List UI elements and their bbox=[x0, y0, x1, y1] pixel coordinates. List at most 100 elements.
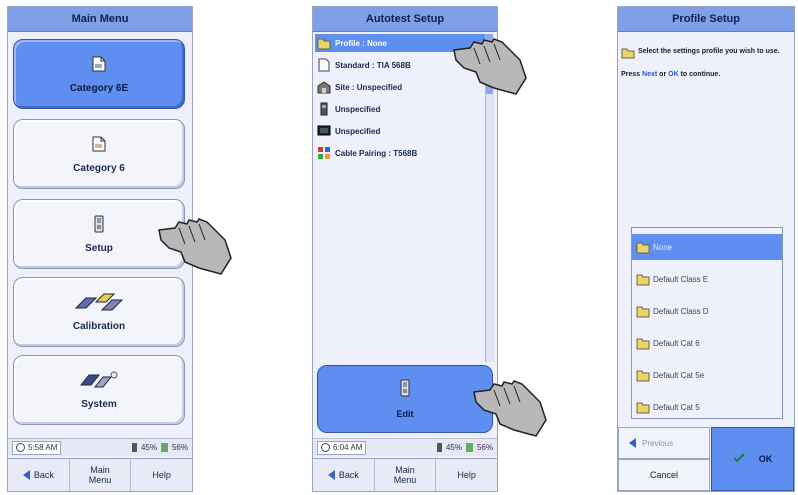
folder-icon bbox=[636, 336, 650, 350]
site-label: Site : Unspecified bbox=[335, 82, 403, 92]
document-icon bbox=[90, 55, 108, 73]
folder-icon bbox=[636, 272, 650, 286]
back-arrow-icon bbox=[22, 470, 30, 480]
status-bar: 5:58 AM 45% 56% bbox=[8, 438, 192, 456]
folder-icon bbox=[621, 47, 635, 62]
battery-left-text: 45% bbox=[140, 443, 157, 452]
standard-label: Standard : TIA 568B bbox=[335, 60, 411, 70]
profile-item[interactable]: Default Cat 5 bbox=[632, 394, 782, 420]
profile-label: Default Cat 5 bbox=[653, 402, 700, 412]
press-next: Next bbox=[642, 71, 658, 78]
autotest-setup-title: Autotest Setup bbox=[313, 7, 497, 32]
category-6-button[interactable]: Category 6 bbox=[13, 119, 185, 189]
press-ok: OK bbox=[668, 71, 679, 78]
time-text: 6:04 AM bbox=[333, 443, 363, 452]
help-label: Help bbox=[152, 470, 171, 480]
main-menu-button[interactable]: Main Menu bbox=[375, 459, 437, 491]
ok-label: OK bbox=[758, 454, 773, 464]
bottom-nav: Back Main Menu Help bbox=[313, 458, 497, 491]
pairing-icon bbox=[317, 146, 331, 160]
edit-button[interactable]: Edit bbox=[317, 365, 493, 433]
battery-green-icon bbox=[160, 443, 168, 452]
press-or: or bbox=[659, 71, 667, 78]
battery-icon bbox=[131, 443, 137, 452]
profile-item[interactable]: Default Cat 5e bbox=[632, 362, 782, 388]
checkmark-icon bbox=[733, 453, 745, 465]
profile-label: None bbox=[653, 242, 673, 252]
back-label: Back bbox=[338, 470, 359, 480]
battery-right-text: 56% bbox=[476, 443, 493, 452]
list-item-cable-pairing[interactable]: Cable Pairing : T568B bbox=[315, 144, 485, 162]
calibration-button[interactable]: Calibration bbox=[13, 277, 185, 347]
bottom-nav: Back Main Menu Help bbox=[8, 458, 192, 491]
list-item-cable[interactable]: Unspecified bbox=[315, 100, 485, 118]
help-button[interactable]: Help bbox=[436, 459, 497, 491]
category-6e-label: Category 6E bbox=[69, 82, 129, 94]
back-label: Back bbox=[33, 470, 54, 480]
folder-icon bbox=[317, 36, 331, 50]
calibration-label: Calibration bbox=[72, 320, 126, 332]
folder-icon bbox=[636, 368, 650, 382]
calibration-icon bbox=[74, 293, 124, 311]
instruction-text: Select the settings profile you wish to … bbox=[638, 48, 780, 55]
main-menu-button[interactable]: Main Menu bbox=[70, 459, 132, 491]
previous-label: Previous bbox=[642, 438, 674, 448]
monitor-icon bbox=[317, 124, 331, 138]
profile-item[interactable]: None bbox=[632, 234, 782, 260]
cancel-button[interactable]: Cancel bbox=[618, 459, 710, 491]
connector-label: Unspecified bbox=[335, 126, 381, 136]
profile-label: Default Class E bbox=[653, 274, 709, 284]
previous-button[interactable]: Previous bbox=[618, 427, 710, 459]
profile-label: Default Cat 6 bbox=[653, 338, 700, 348]
pointing-hand-icon bbox=[158, 218, 232, 275]
folder-icon bbox=[636, 240, 650, 254]
battery-green-icon bbox=[465, 443, 473, 452]
cable-icon bbox=[317, 102, 331, 116]
status-bar: 6:04 AM 45% 56% bbox=[313, 438, 497, 456]
setup-device-icon bbox=[90, 215, 108, 233]
help-button[interactable]: Help bbox=[131, 459, 192, 491]
clock-icon bbox=[321, 443, 330, 452]
back-arrow-icon bbox=[327, 470, 335, 480]
back-button[interactable]: Back bbox=[8, 459, 70, 491]
press-prefix: Press bbox=[621, 71, 641, 78]
folder-icon bbox=[636, 304, 650, 318]
main-menu-title: Main Menu bbox=[8, 7, 192, 32]
press-text: Press Next or OK to continue. bbox=[621, 70, 791, 79]
time-text: 5:58 AM bbox=[28, 443, 58, 452]
profile-setup-screen: Profile Setup Select the settings profil… bbox=[617, 6, 795, 492]
battery-left-text: 45% bbox=[445, 443, 462, 452]
main-menu-label: Main Menu bbox=[393, 465, 417, 485]
site-icon bbox=[317, 80, 331, 94]
category-6-label: Category 6 bbox=[73, 162, 125, 174]
list-item-connector[interactable]: Unspecified bbox=[315, 122, 485, 140]
folder-icon bbox=[636, 400, 650, 414]
clock-icon bbox=[16, 443, 25, 452]
instructions: Select the settings profile you wish to … bbox=[621, 47, 791, 79]
profile-item[interactable]: Default Cat 6 bbox=[632, 330, 782, 356]
back-button[interactable]: Back bbox=[313, 459, 375, 491]
profile-setup-title: Profile Setup bbox=[618, 7, 794, 32]
setup-device-icon bbox=[399, 379, 411, 399]
system-label: System bbox=[81, 398, 117, 410]
profile-item[interactable]: Default Class D bbox=[632, 298, 782, 324]
pointing-hand-icon bbox=[453, 38, 527, 95]
main-menu-label: Main Menu bbox=[88, 465, 112, 485]
cable-label: Unspecified bbox=[335, 104, 381, 114]
category-6e-button[interactable]: Category 6E bbox=[13, 39, 185, 109]
document-icon bbox=[317, 58, 331, 72]
battery-status: 45% 56% bbox=[436, 443, 493, 452]
profile-label: Profile : None bbox=[335, 38, 388, 48]
system-icon bbox=[79, 371, 119, 389]
cable-pairing-label: Cable Pairing : T568B bbox=[335, 148, 418, 158]
system-button[interactable]: System bbox=[13, 355, 185, 425]
previous-arrow-icon bbox=[629, 438, 636, 448]
profile-list: None Default Class E Default Class D Def… bbox=[631, 227, 783, 419]
press-suffix: to continue. bbox=[680, 71, 721, 78]
profile-label: Default Cat 5e bbox=[653, 370, 705, 380]
profile-label: Default Class D bbox=[653, 306, 709, 316]
battery-right-text: 56% bbox=[171, 443, 188, 452]
ok-button[interactable]: OK bbox=[711, 427, 794, 491]
cancel-label: Cancel bbox=[649, 470, 678, 480]
profile-item[interactable]: Default Class E bbox=[632, 266, 782, 292]
